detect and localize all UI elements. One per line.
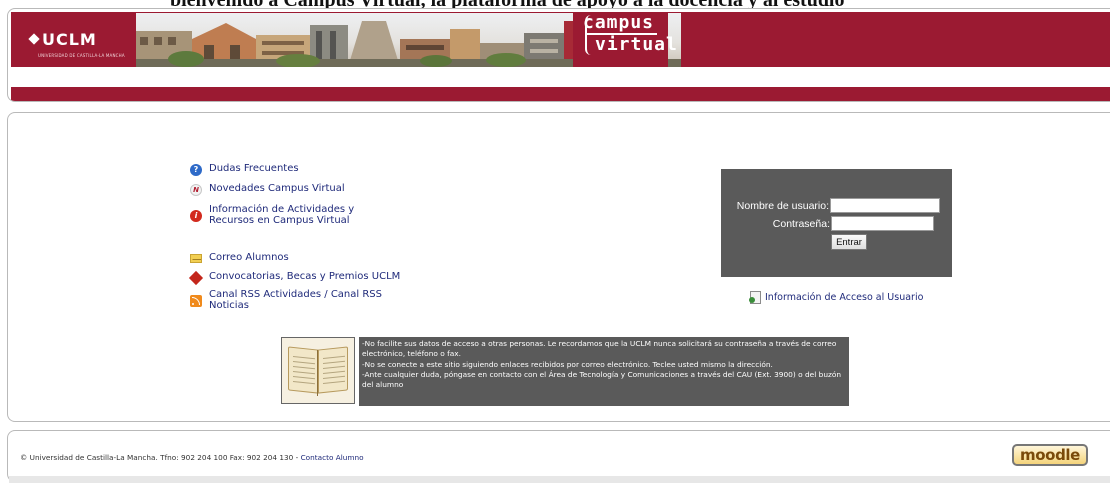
password-input[interactable] xyxy=(831,216,934,231)
campus-photo-strip: UCLM UNIVERSIDAD DE CASTILLA-LA MANCHA c… xyxy=(16,13,681,67)
copyright-label: © Universidad de Castilla-La Mancha. Tfn… xyxy=(20,453,301,462)
header: UCLM UNIVERSIDAD DE CASTILLA-LA MANCHA c… xyxy=(7,8,1110,102)
link-label[interactable]: Información de Actividades y Recursos en… xyxy=(209,204,400,226)
moodle-logo-button[interactable]: moodle xyxy=(1012,444,1088,466)
campus-word: campus xyxy=(583,13,655,33)
campus-virtual-logo: campus virtual xyxy=(573,13,677,67)
password-row: Contraseña: xyxy=(773,216,934,231)
uclm-logo-text: UCLM xyxy=(42,30,97,49)
link-informacion-actividades[interactable]: i Información de Actividades y Recursos … xyxy=(190,204,400,226)
link-convocatorias[interactable]: Convocatorias, Becas y Premios UCLM xyxy=(188,270,400,286)
footer-bar xyxy=(9,476,1110,483)
login-form: Nombre de usuario: Contraseña: Entrar xyxy=(721,169,952,277)
diamond-icon xyxy=(188,270,204,286)
mail-icon xyxy=(190,254,202,263)
link-correo-alumnos[interactable]: Correo Alumnos xyxy=(190,252,289,263)
link-label[interactable]: Dudas Frecuentes xyxy=(209,163,299,174)
rss-icon xyxy=(190,295,202,307)
link-label[interactable]: Canal RSS Actividades / Canal RSS Notici… xyxy=(209,289,400,311)
info-icon: i xyxy=(190,210,202,222)
notice-text: -No facilite sus datos de acceso a otras… xyxy=(359,337,849,406)
password-label: Contraseña: xyxy=(772,217,830,230)
question-icon: ? xyxy=(190,164,202,176)
header-bottom-bar xyxy=(11,87,1110,101)
notice-line: -Ante cualquier duda, póngase en contact… xyxy=(362,369,842,390)
uclm-diamond-icon xyxy=(28,33,40,45)
username-row: Nombre de usuario: xyxy=(737,198,940,213)
book-image xyxy=(281,337,355,404)
link-label[interactable]: Novedades Campus Virtual xyxy=(209,183,345,194)
link-canal-rss[interactable]: Canal RSS Actividades / Canal RSS Notici… xyxy=(190,289,400,311)
user-document-icon xyxy=(749,291,761,304)
username-label: Nombre de usuario: xyxy=(736,199,829,212)
copyright-text: © Universidad de Castilla-La Mancha. Tfn… xyxy=(20,453,364,462)
header-banner: UCLM UNIVERSIDAD DE CASTILLA-LA MANCHA c… xyxy=(11,12,1110,67)
contact-student-link[interactable]: Contacto Alumno xyxy=(301,453,364,462)
login-submit-button[interactable]: Entrar xyxy=(831,234,867,250)
link-dudas-frecuentes[interactable]: ? Dudas Frecuentes xyxy=(190,163,299,176)
access-info-link[interactable]: Información de Acceso al Usuario xyxy=(749,291,923,304)
virtual-word: virtual xyxy=(595,34,678,55)
news-icon: N xyxy=(190,184,202,196)
uclm-logo[interactable]: UCLM UNIVERSIDAD DE CASTILLA-LA MANCHA xyxy=(16,13,136,67)
notice-line: -No se conecte a este sitio siguiendo en… xyxy=(362,359,773,369)
link-label[interactable]: Correo Alumnos xyxy=(209,252,289,263)
security-notice: -No facilite sus datos de acceso a otras… xyxy=(281,337,851,407)
notice-line: -No facilite sus datos de acceso a otras… xyxy=(362,339,837,359)
uclm-logo-subtitle: UNIVERSIDAD DE CASTILLA-LA MANCHA xyxy=(38,53,125,58)
link-novedades[interactable]: N Novedades Campus Virtual xyxy=(190,183,345,196)
link-label[interactable]: Convocatorias, Becas y Premios UCLM xyxy=(209,271,400,282)
access-info-label[interactable]: Información de Acceso al Usuario xyxy=(765,292,923,303)
username-input[interactable] xyxy=(830,198,940,213)
